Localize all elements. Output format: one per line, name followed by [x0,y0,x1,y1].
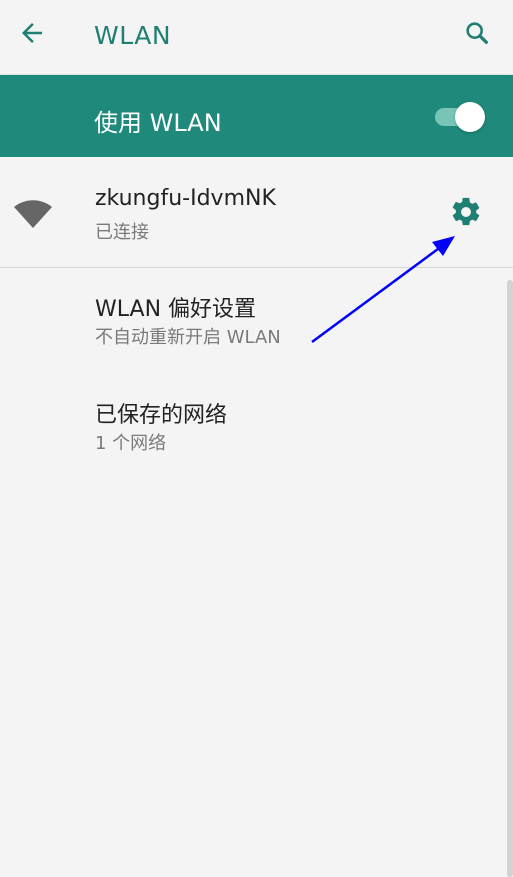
wlan-preferences-subtitle: 不自动重新开启 WLAN [95,327,281,348]
page-title: WLAN [94,21,172,50]
connected-network-row[interactable] [0,157,513,268]
search-button[interactable] [455,13,499,57]
top-app-bar: WLAN [0,0,513,75]
wlan-toggle-switch[interactable] [433,102,487,132]
gear-icon [449,195,483,233]
network-status: 已连接 [95,222,149,243]
saved-networks-item[interactable]: 已保存的网络 1 个网络 [0,370,505,472]
wifi-signal-icon [13,199,53,229]
switch-thumb[interactable] [455,102,485,132]
wlan-preferences-item[interactable]: WLAN 偏好设置 不自动重新开启 WLAN [0,268,505,370]
wlan-preferences-title: WLAN 偏好设置 [95,297,257,322]
network-name: zkungfu-IdvmNK [95,186,276,211]
saved-networks-subtitle: 1 个网络 [95,433,167,454]
wlan-toggle-label: 使用 WLAN [94,109,222,137]
saved-networks-title: 已保存的网络 [95,403,228,428]
back-arrow-icon [17,18,47,52]
network-settings-button[interactable] [447,195,485,233]
wifi-settings-screen: WLAN 使用 WLAN zkungfu-IdvmNK 已连接 WLAN 偏好设… [0,0,513,877]
back-button[interactable] [10,13,54,57]
scrollbar[interactable] [507,280,513,877]
search-icon [463,19,491,51]
